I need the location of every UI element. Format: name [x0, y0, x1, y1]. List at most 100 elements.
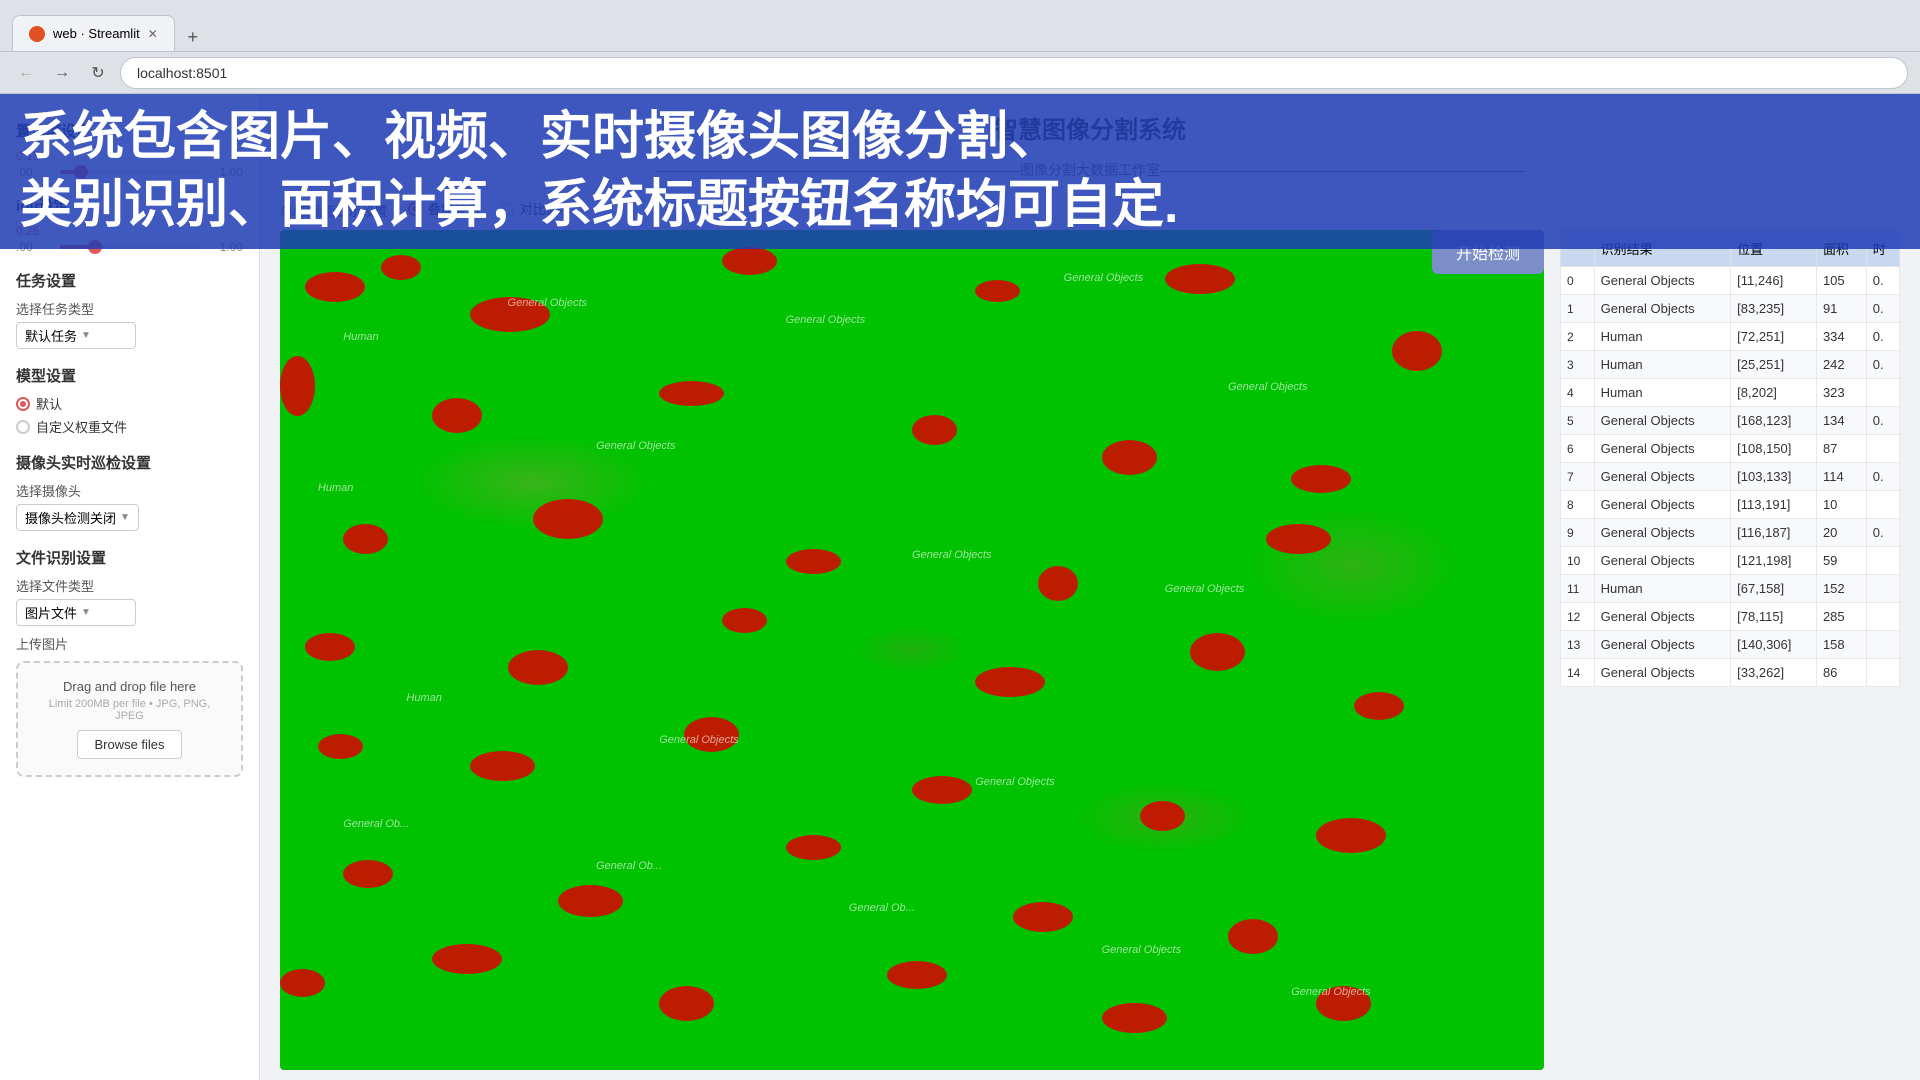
row-label: General Objects: [1594, 295, 1731, 323]
row-label: General Objects: [1594, 603, 1731, 631]
row-time: [1866, 379, 1899, 407]
row-position: [11,246]: [1731, 267, 1817, 295]
confidence-min: .00: [16, 165, 52, 179]
tab-title: web · Streamlit: [53, 26, 140, 41]
row-index: 13: [1561, 631, 1595, 659]
row-label: General Objects: [1594, 547, 1731, 575]
task-select-label: 选择任务类型: [16, 299, 243, 318]
results-panel: 识别结果 位置 面积 时 0 General Objects [11,246] …: [1560, 230, 1900, 1070]
row-time: [1866, 659, 1899, 687]
row-index: 5: [1561, 407, 1595, 435]
forward-btn[interactable]: →: [48, 59, 76, 87]
row-area: 152: [1816, 575, 1866, 603]
model-custom-radio-dot: [16, 420, 30, 434]
row-area: 20: [1816, 519, 1866, 547]
iou-track[interactable]: [60, 245, 199, 249]
detection-label: General Objects: [1228, 381, 1307, 393]
detect-btn[interactable]: 开始检测: [1432, 230, 1544, 274]
row-position: [72,251]: [1731, 323, 1817, 351]
table-row: 5 General Objects [168,123] 134 0.: [1561, 407, 1900, 435]
row-time: [1866, 575, 1899, 603]
file-section-title: 文件识别设置: [16, 547, 243, 568]
browse-files-btn[interactable]: Browse files: [77, 730, 181, 759]
confidence-slider-row: .00 1.00: [16, 165, 243, 179]
row-position: [113,191]: [1731, 491, 1817, 519]
model-section-title: 模型设置: [16, 365, 243, 386]
detection-label: General Ob...: [849, 902, 915, 914]
confidence-track[interactable]: [60, 170, 199, 174]
row-position: [78,115]: [1731, 603, 1817, 631]
row-area: 86: [1816, 659, 1866, 687]
task-section-title: 任务设置: [16, 270, 243, 291]
tab-close-btn[interactable]: ✕: [148, 27, 158, 41]
detection-label: General Ob...: [596, 860, 662, 872]
model-custom-radio[interactable]: 自定义权重文件: [16, 417, 243, 436]
row-index: 2: [1561, 323, 1595, 351]
row-position: [8,202]: [1731, 379, 1817, 407]
row-label: General Objects: [1594, 491, 1731, 519]
new-tab-btn[interactable]: +: [179, 23, 207, 51]
row-label: Human: [1594, 379, 1731, 407]
row-index: 0: [1561, 267, 1595, 295]
detection-label: General Objects: [659, 734, 738, 746]
iou-value: 0.25: [16, 224, 243, 238]
row-index: 9: [1561, 519, 1595, 547]
image-panel: 开始检测 Human General Objects General Objects…: [280, 230, 1544, 1070]
back-btn[interactable]: ←: [12, 59, 40, 87]
detection-label: General Objects: [975, 776, 1054, 788]
table-row: 12 General Objects [78,115] 285: [1561, 603, 1900, 631]
detection-label: General Objects: [912, 549, 991, 561]
active-tab[interactable]: web · Streamlit ✕: [12, 15, 175, 51]
row-time: [1866, 491, 1899, 519]
row-label: Human: [1594, 351, 1731, 379]
file-type-dropdown[interactable]: 图片文件 ▼: [16, 599, 136, 626]
detection-label: General Objects: [1064, 272, 1143, 284]
detection-label: Human: [406, 692, 441, 704]
table-row: 8 General Objects [113,191] 10: [1561, 491, 1900, 519]
drag-drop-title: Drag and drop file here: [34, 679, 225, 694]
file-type-arrow: ▼: [81, 607, 91, 618]
table-row: 14 General Objects [33,262] 86: [1561, 659, 1900, 687]
camera-section-title: 摄像头实时巡检设置: [16, 452, 243, 473]
table-row: 0 General Objects [11,246] 105 0.: [1561, 267, 1900, 295]
url-text: localhost:8501: [137, 65, 227, 81]
row-index: 1: [1561, 295, 1595, 323]
detection-label: General Objects: [786, 314, 865, 326]
row-time: 0.: [1866, 407, 1899, 435]
table-header-row: 识别结果 位置 面积 时: [1561, 231, 1900, 267]
segmentation-image: Human General Objects General Objects Gener…: [280, 230, 1544, 1070]
iou-thumb[interactable]: [88, 240, 102, 254]
file-type-row: 图片文件 ▼: [16, 599, 243, 626]
drag-drop-subtitle: Limit 200MB per file • JPG, PNG, JPEG: [34, 698, 225, 722]
overlay-radio-dot: [408, 202, 422, 216]
row-label: Human: [1594, 323, 1731, 351]
col-header-position: 位置: [1731, 231, 1817, 267]
row-area: 91: [1816, 295, 1866, 323]
row-area: 242: [1816, 351, 1866, 379]
row-label: General Objects: [1594, 407, 1731, 435]
table-row: 7 General Objects [103,133] 114 0.: [1561, 463, 1900, 491]
confidence-section-title: 置信度设定: [16, 120, 243, 141]
app-title: 智慧图像分割系统: [260, 94, 1920, 149]
row-time: 0.: [1866, 463, 1899, 491]
detection-label: General Objects: [508, 297, 587, 309]
overlay-label: 叠加显示: [428, 199, 480, 218]
overlay-radio[interactable]: 叠加显示: [408, 199, 480, 218]
row-label: General Objects: [1594, 463, 1731, 491]
row-label: Human: [1594, 575, 1731, 603]
model-default-radio[interactable]: 默认: [16, 394, 243, 413]
row-index: 7: [1561, 463, 1595, 491]
camera-detection-dropdown[interactable]: 摄像头检测关闭 ▼: [16, 504, 139, 531]
row-area: 59: [1816, 547, 1866, 575]
task-dropdown[interactable]: 默认任务 ▼: [16, 322, 136, 349]
upload-zone[interactable]: Drag and drop file here Limit 200MB per …: [16, 661, 243, 777]
row-position: [116,187]: [1731, 519, 1817, 547]
compare-radio[interactable]: 对比显示: [500, 199, 572, 218]
row-time: 0.: [1866, 351, 1899, 379]
reload-btn[interactable]: ↻: [84, 59, 112, 87]
model-default-label: 默认: [36, 394, 62, 413]
address-bar[interactable]: localhost:8501: [120, 57, 1908, 89]
row-area: 158: [1816, 631, 1866, 659]
confidence-thumb[interactable]: [74, 165, 88, 179]
camera-detection-row: 摄像头检测关闭 ▼: [16, 504, 243, 531]
